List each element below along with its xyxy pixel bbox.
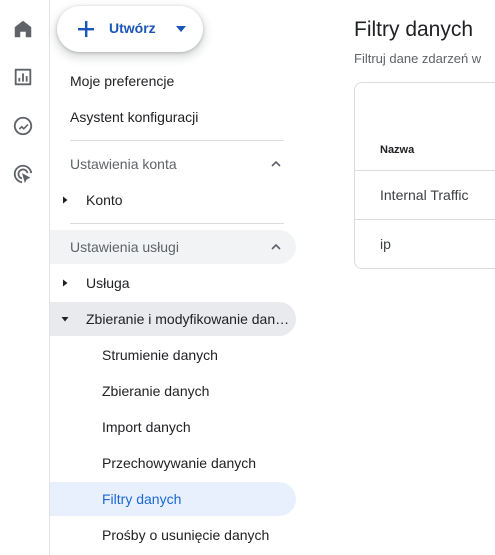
section-label: Ustawienia usługi: [70, 239, 179, 255]
nav-item-data-collection[interactable]: Zbieranie i modyfikowanie danych: [50, 302, 296, 336]
nav-item-label: Zbieranie danych: [102, 383, 210, 399]
home-icon[interactable]: [11, 17, 35, 41]
table-row[interactable]: Internal Traffic: [380, 187, 468, 203]
divider: [355, 219, 495, 220]
icon-rail: [0, 0, 50, 555]
nav-item-label: Filtry danych: [102, 491, 182, 507]
column-header-name[interactable]: Nazwa: [380, 144, 414, 156]
nav-item-label: Usługa: [86, 275, 130, 291]
expand-down-icon: [61, 317, 69, 322]
section-label: Ustawienia konta: [70, 156, 177, 172]
nav-item-label: Konto: [86, 192, 123, 208]
explore-icon[interactable]: [11, 114, 35, 138]
page-subtitle: Filtruj dane zdarzeń w: [354, 51, 482, 66]
nav-item-data-import[interactable]: Import danych: [50, 410, 296, 444]
caret-down-icon: [176, 26, 186, 32]
admin-nav: Utwórz Moje preferencje Asystent konfigu…: [50, 0, 300, 555]
plus-icon: [78, 21, 94, 37]
nav-item-data-retention[interactable]: Przechowywanie danych: [50, 446, 296, 480]
section-property-settings[interactable]: Ustawienia usługi: [50, 230, 296, 264]
section-account-settings[interactable]: Ustawienia konta: [50, 147, 296, 181]
create-button[interactable]: Utwórz: [57, 6, 203, 52]
nav-item-data-deletion-requests[interactable]: Prośby o usunięcie danych: [50, 518, 296, 552]
nav-item-label: Moje preferencje: [70, 73, 175, 89]
divider: [70, 223, 284, 224]
chevron-up-icon: [271, 160, 281, 167]
nav-item-setup-assistant[interactable]: Asystent konfiguracji: [50, 100, 296, 134]
nav-item-account[interactable]: Konto: [50, 183, 296, 217]
expand-right-icon: [63, 279, 68, 287]
page-title: Filtry danych: [354, 18, 474, 41]
nav-item-data-collection-settings[interactable]: Zbieranie danych: [50, 374, 296, 408]
expand-right-icon: [63, 196, 68, 204]
nav-item-property[interactable]: Usługa: [50, 266, 296, 300]
nav-item-data-streams[interactable]: Strumienie danych: [50, 338, 296, 372]
chevron-up-icon: [271, 243, 281, 250]
divider: [70, 140, 284, 141]
nav-item-label: Asystent konfiguracji: [70, 109, 199, 125]
create-button-label: Utwórz: [109, 20, 156, 36]
table-row[interactable]: ip: [380, 236, 391, 252]
advertising-icon[interactable]: [11, 162, 35, 186]
nav-item-label: Przechowywanie danych: [102, 455, 257, 471]
divider: [355, 170, 495, 171]
nav-item-data-filters[interactable]: Filtry danych: [50, 482, 296, 516]
nav-item-label: Strumienie danych: [102, 347, 218, 363]
data-filters-table: Nazwa Internal Traffic ip: [354, 82, 495, 269]
main-content: Filtry danych Filtruj dane zdarzeń w Naz…: [300, 0, 495, 555]
reports-icon[interactable]: [11, 65, 35, 89]
nav-item-my-preferences[interactable]: Moje preferencje: [50, 64, 296, 98]
nav-item-label: Zbieranie i modyfikowanie danych: [86, 311, 291, 327]
nav-item-label: Prośby o usunięcie danych: [102, 527, 270, 543]
nav-item-label: Import danych: [102, 419, 191, 435]
